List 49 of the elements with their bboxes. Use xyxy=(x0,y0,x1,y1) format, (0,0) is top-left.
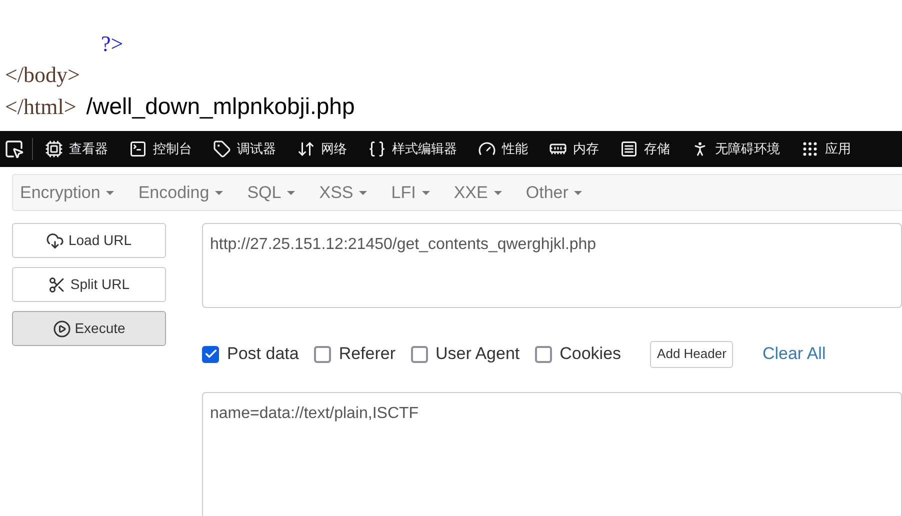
checkbox-label[interactable]: Cookies xyxy=(560,341,622,367)
hackbar-button[interactable]: Execute xyxy=(12,311,166,346)
dropdown-menu[interactable]: Encoding xyxy=(138,180,224,206)
chip-icon[interactable] xyxy=(45,140,63,158)
dropdown-menu[interactable]: Other xyxy=(526,180,582,206)
url-field[interactable]: http://27.25.151.12:21450/get_contents_qwerghjkl.php xyxy=(202,223,902,308)
tag-icon[interactable] xyxy=(213,140,231,158)
terminal-icon[interactable] xyxy=(129,140,147,158)
checkbox-label[interactable]: Referer xyxy=(338,341,396,367)
play-icon xyxy=(52,320,71,338)
checkbox[interactable] xyxy=(534,346,552,362)
check-icon xyxy=(204,347,218,361)
dropdown-menu[interactable]: LFI xyxy=(391,180,430,206)
post-data-field[interactable]: name=data://text/plain,ISCTF xyxy=(202,392,902,516)
devtools-tab[interactable]: 无障碍环境 xyxy=(715,139,780,159)
php-close-tag: ?> xyxy=(101,27,124,60)
dropdown-menu[interactable]: Encryption xyxy=(20,180,114,206)
gauge-icon[interactable] xyxy=(478,140,496,158)
devtools-tab[interactable]: 控制台 xyxy=(153,139,192,159)
arrows-icon[interactable] xyxy=(297,140,315,158)
html-close-tag: </html> xyxy=(5,90,76,123)
devtools-tab[interactable]: 应用 xyxy=(825,139,851,159)
hackbar-button[interactable]: Split URL xyxy=(12,267,166,302)
cloud-download-icon xyxy=(46,232,64,250)
scissors-icon xyxy=(48,276,66,294)
checkbox-label[interactable]: Post data xyxy=(227,341,299,367)
devtools-tab[interactable]: 样式编辑器 xyxy=(392,139,457,159)
page-output-text: /well_down_mlpnkobji.php xyxy=(86,92,355,121)
dropdown-menu[interactable]: XSS xyxy=(319,180,368,206)
devtools-tab[interactable]: 调试器 xyxy=(237,139,276,159)
devtools-tab[interactable]: 网络 xyxy=(321,139,347,159)
html-close-tag: </body> xyxy=(5,58,80,91)
dropdown-menu[interactable]: XXE xyxy=(454,180,502,206)
devtools-tab[interactable]: 内存 xyxy=(573,139,599,159)
add-header-button[interactable]: Add Header xyxy=(650,340,734,368)
checkbox[interactable] xyxy=(410,346,428,362)
braces-icon[interactable] xyxy=(368,140,386,158)
hackbar-button[interactable]: Load URL xyxy=(12,223,166,258)
devtools-tab[interactable]: 查看器 xyxy=(69,139,108,159)
dropdown-menu[interactable]: SQL xyxy=(247,180,296,206)
grid-icon[interactable] xyxy=(801,140,819,158)
devtools-tab[interactable]: 性能 xyxy=(502,139,528,159)
devtools-tab[interactable]: 存储 xyxy=(644,139,670,159)
checkbox[interactable] xyxy=(202,346,219,362)
element-picker-icon[interactable] xyxy=(4,139,24,159)
list-icon[interactable] xyxy=(620,140,638,158)
clear-all-link[interactable]: Clear All xyxy=(762,341,826,367)
checkbox[interactable] xyxy=(314,346,331,362)
checkbox-label[interactable]: User Agent xyxy=(436,341,520,367)
